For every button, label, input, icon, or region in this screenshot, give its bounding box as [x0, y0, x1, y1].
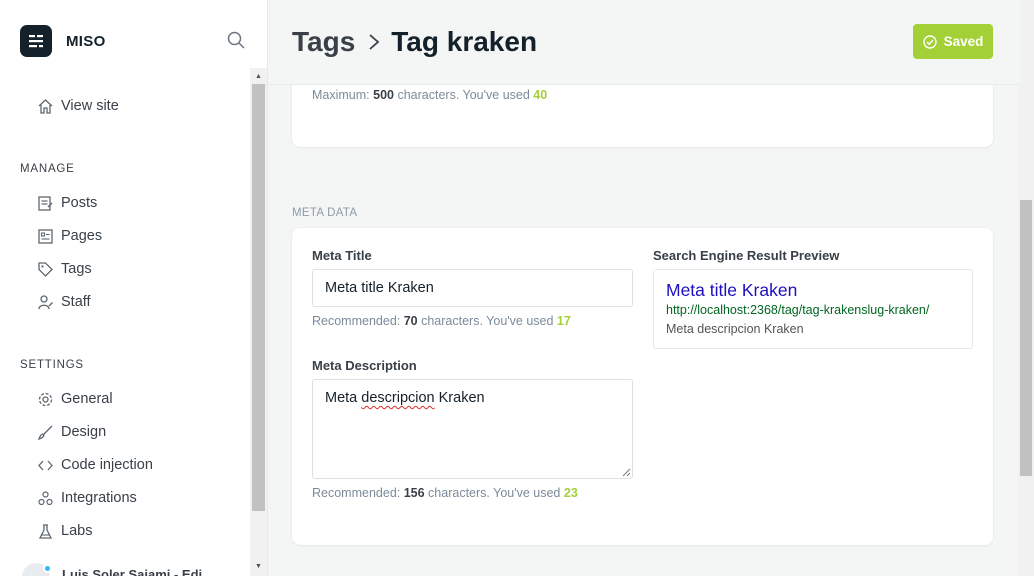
- serp-description: Meta descripcion Kraken: [666, 322, 804, 336]
- check-circle-icon: [922, 34, 937, 49]
- sidebar-item-integrations[interactable]: Integrations: [36, 486, 137, 510]
- meta-title-value: Meta title Kraken: [325, 280, 434, 296]
- chevron-right-icon: [367, 33, 381, 51]
- manage-section-label: MANAGE: [20, 163, 75, 175]
- main-content: Maximum: 500 characters. You've used 40 …: [268, 0, 1020, 576]
- staff-icon: [36, 293, 54, 311]
- meta-title-input[interactable]: Meta title Kraken: [312, 269, 633, 307]
- saved-button[interactable]: Saved: [913, 24, 993, 59]
- description-hint: Maximum: 500 characters. You've used 40: [312, 88, 548, 102]
- user-menu[interactable]: Luis Soler Sajami - Edi: [20, 561, 203, 576]
- ghost-logo-icon: [20, 25, 52, 57]
- serp-preview-label: Search Engine Result Preview: [653, 248, 840, 263]
- serp-url: http://localhost:2368/tag/tag-krakenslug…: [666, 303, 930, 317]
- sidebar-item-label: Tags: [61, 261, 92, 277]
- search-icon[interactable]: [226, 30, 248, 52]
- status-dot: [43, 564, 52, 573]
- meta-description-label: Meta Description: [312, 358, 417, 373]
- sidebar-item-general[interactable]: General: [36, 387, 113, 411]
- meta-description-hint: Recommended: 156 characters. You've used…: [312, 486, 578, 500]
- sidebar-scrollbar-thumb[interactable]: [252, 84, 265, 511]
- sidebar-item-label: Staff: [61, 294, 91, 310]
- sidebar-item-posts[interactable]: Posts: [36, 191, 97, 215]
- pages-icon: [36, 227, 54, 245]
- brand[interactable]: MISO: [20, 24, 106, 58]
- saved-label: Saved: [943, 34, 984, 49]
- sidebar-item-label: View site: [61, 98, 119, 114]
- serp-preview: Meta title Kraken http://localhost:2368/…: [653, 269, 973, 349]
- sidebar-item-label: General: [61, 391, 113, 407]
- sidebar-item-label: Code injection: [61, 457, 153, 473]
- resize-handle-icon[interactable]: [622, 468, 631, 477]
- breadcrumb: Tags Tag kraken: [292, 26, 537, 58]
- sidebar-item-label: Posts: [61, 195, 98, 211]
- breadcrumb-parent-link[interactable]: Tags: [292, 26, 355, 58]
- sidebar: MISO View site MANAGE Posts Pages Tags S…: [0, 0, 268, 576]
- page-title: Tag kraken: [391, 26, 538, 57]
- sidebar-item-label: Labs: [61, 523, 93, 539]
- sidebar-item-label: Integrations: [61, 490, 137, 506]
- site-name: MISO: [66, 32, 106, 50]
- code-icon: [36, 456, 54, 474]
- sidebar-item-pages[interactable]: Pages: [36, 224, 102, 248]
- avatar: [20, 561, 52, 576]
- sidebar-item-tags[interactable]: Tags: [36, 257, 92, 281]
- meta-section-title: META DATA: [292, 207, 358, 219]
- main-scrollbar-thumb[interactable]: [1020, 200, 1032, 476]
- page-header: Tags Tag kraken Saved: [268, 0, 1020, 85]
- brush-icon: [36, 423, 54, 441]
- sidebar-item-label: Design: [61, 424, 107, 440]
- user-name: Luis Soler Sajami - Edi: [62, 566, 203, 576]
- sidebar-item-labs[interactable]: Labs: [36, 519, 92, 543]
- meta-title-label: Meta Title: [312, 248, 372, 263]
- flask-icon: [36, 522, 54, 540]
- meta-title-hint: Recommended: 70 characters. You've used …: [312, 314, 571, 328]
- sidebar-item-design[interactable]: Design: [36, 420, 106, 444]
- gear-icon: [36, 390, 54, 408]
- scroll-up-arrow-icon[interactable]: ▲: [250, 70, 267, 84]
- scroll-down-arrow-icon[interactable]: ▼: [250, 560, 267, 574]
- meta-description-value: Meta descripcion Kraken: [325, 390, 485, 406]
- posts-icon: [36, 194, 54, 212]
- home-icon: [36, 97, 54, 115]
- meta-data-card: Meta Title Meta title Kraken Recommended…: [292, 228, 993, 545]
- sidebar-item-label: Pages: [61, 228, 103, 244]
- sidebar-item-staff[interactable]: Staff: [36, 290, 91, 314]
- meta-description-textarea[interactable]: Meta descripcion Kraken: [312, 379, 633, 479]
- sidebar-item-view-site[interactable]: View site: [36, 94, 119, 118]
- integrations-icon: [36, 489, 54, 507]
- serp-title: Meta title Kraken: [666, 280, 798, 300]
- sidebar-item-code-injection[interactable]: Code injection: [36, 453, 153, 477]
- settings-section-label: SETTINGS: [20, 359, 84, 371]
- tag-icon: [36, 260, 54, 278]
